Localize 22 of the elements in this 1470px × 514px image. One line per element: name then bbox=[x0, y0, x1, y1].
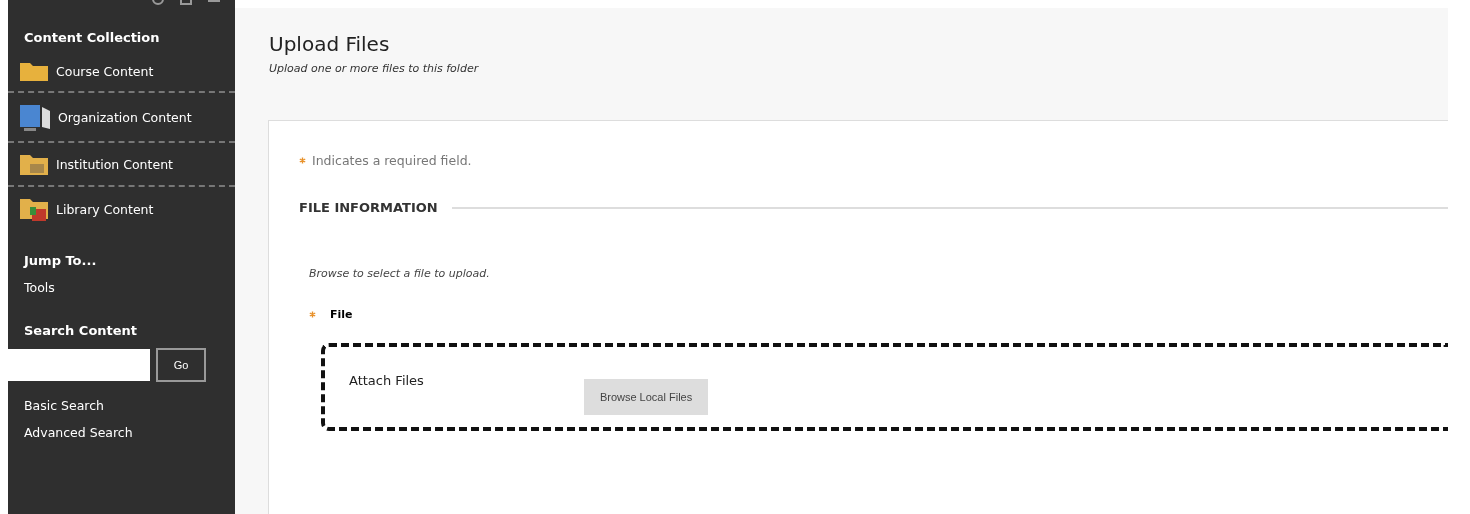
drop-zone[interactable]: Attach Files Browse Local Files bbox=[321, 343, 1448, 431]
page-title: Upload Files bbox=[268, 31, 391, 56]
page-subtitle: Upload one or more files to this folder bbox=[268, 61, 480, 75]
search-link[interactable]: Advanced Search bbox=[8, 419, 235, 446]
go-button[interactable]: Go bbox=[156, 348, 206, 382]
section-title: Search Content bbox=[23, 322, 139, 340]
section-title: Jump To... bbox=[22, 252, 98, 270]
sidebar-link[interactable]: Tools bbox=[8, 274, 235, 301]
section-title: Content Collection bbox=[23, 29, 161, 47]
sidebar-item[interactable]: Institution Content bbox=[56, 156, 173, 172]
section-heading: FILE INFORMATION bbox=[299, 200, 438, 215]
browse-button[interactable]: Browse Local Files bbox=[583, 379, 709, 415]
sidebar-item[interactable]: Course Content bbox=[56, 63, 154, 79]
attach-label: Attach Files bbox=[349, 373, 424, 388]
sidebar-item[interactable]: Library Content bbox=[56, 201, 154, 217]
field-label: File bbox=[330, 308, 353, 321]
instructions: Browse to select a file to upload. bbox=[309, 267, 491, 280]
required-note: Indicates a required field. bbox=[312, 153, 472, 168]
sidebar-item[interactable]: Organization Content bbox=[58, 109, 192, 125]
search-link[interactable]: Basic Search bbox=[8, 392, 235, 419]
search-field[interactable] bbox=[8, 349, 150, 381]
asterisk-icon bbox=[299, 157, 306, 164]
